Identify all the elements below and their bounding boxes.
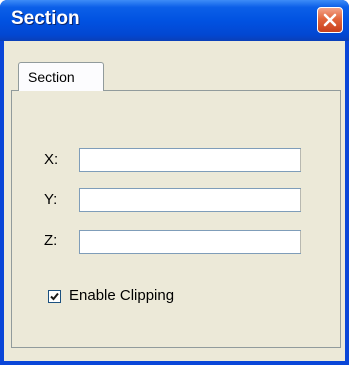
x-input[interactable] (80, 149, 300, 171)
z-label: Z: (44, 232, 58, 249)
tab-panel-section (11, 90, 341, 348)
y-field[interactable] (79, 188, 301, 212)
z-field[interactable] (79, 230, 301, 254)
tab-section-label: Section (28, 69, 75, 85)
tab-section[interactable]: Section (18, 62, 104, 91)
x-label: X: (44, 151, 59, 168)
x-field-edge (300, 149, 301, 171)
close-icon (323, 13, 337, 27)
x-field[interactable] (79, 148, 301, 172)
window-title: Section (11, 8, 80, 29)
y-label: Y: (44, 191, 58, 208)
z-field-edge (300, 231, 301, 253)
enable-clipping-checkbox[interactable] (48, 290, 61, 303)
close-button[interactable] (317, 7, 343, 33)
y-field-edge (300, 189, 301, 211)
y-input[interactable] (80, 189, 300, 211)
title-bar[interactable]: Section (0, 0, 349, 41)
enable-clipping-label[interactable]: Enable Clipping (69, 287, 174, 304)
z-input[interactable] (80, 231, 300, 253)
checkmark-icon (50, 292, 59, 301)
